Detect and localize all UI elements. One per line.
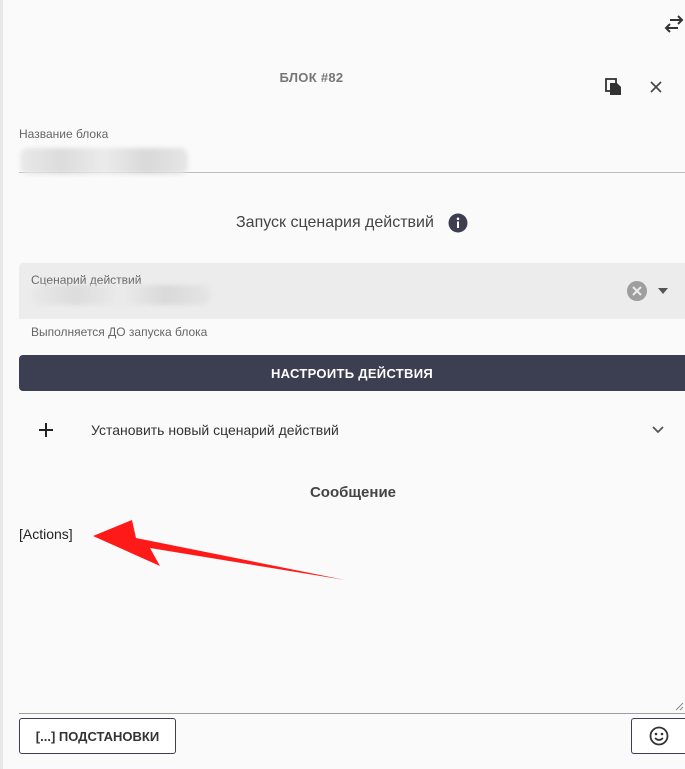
configure-actions-button[interactable]: НАСТРОИТЬ ДЕЙСТВИЯ	[19, 355, 685, 391]
message-text: [Actions]	[19, 526, 73, 542]
redacted-scenario-value	[31, 285, 211, 305]
scenario-hint: Выполняется ДО запуска блока	[31, 325, 208, 339]
new-scenario-label: Установить новый сценарий действий	[91, 422, 339, 438]
scenario-section-title: Запуск сценария действий	[236, 214, 434, 231]
message-textarea[interactable]: [Actions]	[19, 520, 685, 714]
block-title: БЛОК #82	[279, 70, 344, 85]
close-icon[interactable]	[648, 79, 664, 95]
emoji-smile-icon	[649, 726, 669, 746]
scenario-select[interactable]: Сценарий действий	[19, 263, 685, 319]
plus-icon	[39, 423, 53, 437]
clear-icon[interactable]	[626, 280, 648, 302]
message-title: Сообщение	[309, 484, 397, 501]
copy-icon[interactable]	[605, 78, 623, 96]
new-scenario-expander[interactable]: Установить новый сценарий действий	[19, 410, 685, 452]
dropdown-arrow-icon[interactable]	[656, 285, 670, 297]
info-icon[interactable]	[448, 213, 468, 233]
redacted-block-name	[20, 148, 188, 174]
emoji-button[interactable]	[631, 718, 685, 754]
swap-horizontal-icon[interactable]	[664, 14, 684, 34]
block-name-label: Название блока	[19, 127, 109, 141]
resize-handle-icon[interactable]	[674, 701, 684, 711]
substitutions-button[interactable]: [...] ПОДСТАНОВКИ	[19, 718, 176, 754]
chevron-down-icon[interactable]	[651, 425, 665, 435]
left-edge	[0, 0, 3, 769]
